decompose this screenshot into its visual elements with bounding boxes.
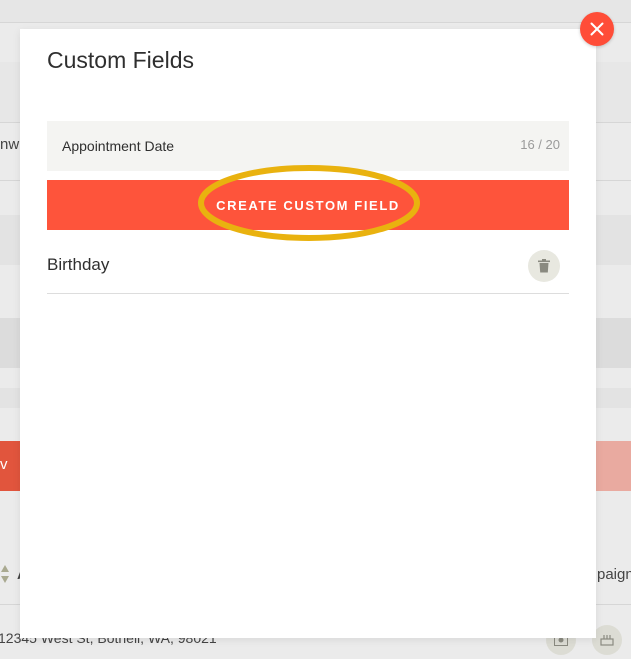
bg-cake-button	[592, 625, 622, 655]
sort-arrows-icon	[1, 565, 9, 583]
bg-red-button: v	[0, 441, 20, 491]
bg-divider	[0, 22, 631, 23]
trash-icon	[538, 259, 550, 273]
custom-field-name-input[interactable]	[47, 121, 502, 171]
create-custom-field-button[interactable]: CREATE CUSTOM FIELD	[47, 180, 569, 230]
bg-red-button-right	[596, 441, 631, 491]
character-counter: 16 / 20	[520, 137, 560, 152]
close-modal-button[interactable]	[580, 12, 614, 46]
custom-field-name: Birthday	[47, 255, 110, 274]
bg-cutoff-label: nw	[0, 136, 20, 153]
custom-fields-modal: Custom Fields 16 / 20 CREATE CUSTOM FIEL…	[20, 29, 596, 638]
bg-column-header-campaign: paign	[597, 566, 631, 583]
modal-title: Custom Fields	[47, 47, 194, 73]
delete-custom-field-button[interactable]	[528, 250, 560, 282]
bg-red-button-label: v	[0, 456, 8, 473]
custom-field-input-container: 16 / 20	[47, 121, 569, 171]
close-icon	[590, 22, 604, 36]
bg-header-band	[0, 0, 631, 22]
cake-icon	[600, 635, 614, 646]
custom-field-row: Birthday	[47, 241, 569, 294]
